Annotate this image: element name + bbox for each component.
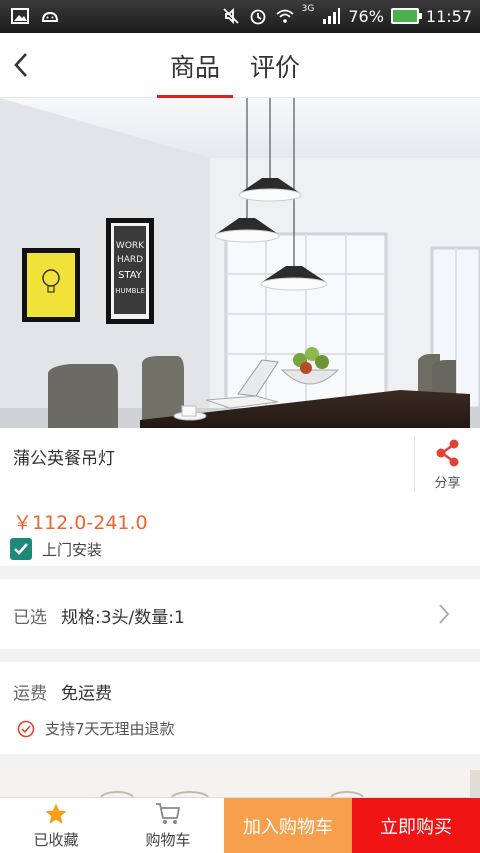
product-info: 蒲公英餐吊灯 分享 ￥112.0-241.0 上门安装 bbox=[0, 428, 480, 566]
android-icon bbox=[41, 11, 59, 22]
shipping-section: 运费 免运费 支持7天无理由退款 bbox=[0, 662, 480, 754]
share-icon bbox=[436, 439, 458, 466]
shipping-value: 免运费 bbox=[61, 684, 112, 704]
star-icon bbox=[45, 803, 67, 824]
battery-percent: 76% bbox=[348, 6, 384, 26]
install-checkbox[interactable] bbox=[10, 538, 32, 560]
network-type: 3G bbox=[301, 4, 315, 14]
wifi-icon bbox=[276, 9, 294, 23]
signal-icon bbox=[323, 8, 341, 24]
favorite-button[interactable]: 已收藏 bbox=[0, 798, 112, 853]
spec-key: 已选 bbox=[13, 608, 47, 628]
price-range: ￥112.0-241.0 bbox=[13, 512, 148, 534]
install-label: 上门安装 bbox=[42, 540, 103, 559]
tab-reviews[interactable]: 评价 bbox=[235, 33, 315, 98]
chevron-right-icon bbox=[439, 604, 450, 624]
image-icon bbox=[11, 8, 29, 24]
cart-button[interactable]: 购物车 bbox=[112, 798, 224, 853]
tab-bar: 商品 评价 bbox=[155, 33, 315, 98]
return-policy: 支持7天无理由退款 bbox=[17, 718, 175, 739]
battery-icon bbox=[390, 8, 422, 24]
clock: 11:57 bbox=[425, 6, 472, 26]
install-option[interactable]: 上门安装 bbox=[10, 538, 102, 560]
status-bar: 3G 76% 11:57 bbox=[0, 0, 480, 33]
poster-text-4: HUMBLE bbox=[115, 287, 145, 295]
poster-text-3: STAY bbox=[118, 270, 143, 281]
poster-text-1: WORK bbox=[116, 241, 145, 251]
cart-label: 购物车 bbox=[145, 831, 191, 849]
mute-icon bbox=[222, 7, 239, 25]
bottom-action-bar: 已收藏 购物车 加入购物车 立即购买 bbox=[0, 797, 480, 853]
alarm-icon bbox=[250, 9, 266, 25]
spec-value: 规格:3头/数量:1 bbox=[61, 608, 185, 628]
return-policy-label: 支持7天无理由退款 bbox=[45, 720, 175, 738]
shipping-key: 运费 bbox=[13, 684, 47, 704]
product-image[interactable]: WORK HARD STAY HUMBLE bbox=[0, 98, 480, 428]
buy-now-button[interactable]: 立即购买 bbox=[352, 798, 480, 853]
spec-selector[interactable]: 已选 规格:3头/数量:1 bbox=[0, 579, 480, 649]
tab-product[interactable]: 商品 bbox=[155, 33, 235, 98]
product-title: 蒲公英餐吊灯 bbox=[13, 449, 115, 469]
back-button[interactable] bbox=[6, 47, 36, 83]
checkmark-icon bbox=[14, 543, 28, 555]
header: 商品 评价 bbox=[0, 33, 480, 98]
share-button[interactable]: 分享 bbox=[414, 436, 480, 492]
share-label: 分享 bbox=[434, 475, 461, 491]
cart-icon bbox=[156, 803, 181, 824]
next-section-preview bbox=[0, 768, 480, 797]
chevron-left-icon bbox=[14, 53, 27, 77]
check-circle-icon bbox=[17, 720, 35, 737]
favorite-label: 已收藏 bbox=[33, 831, 79, 849]
add-to-cart-button[interactable]: 加入购物车 bbox=[224, 798, 352, 853]
poster-text-2: HARD bbox=[117, 255, 143, 265]
